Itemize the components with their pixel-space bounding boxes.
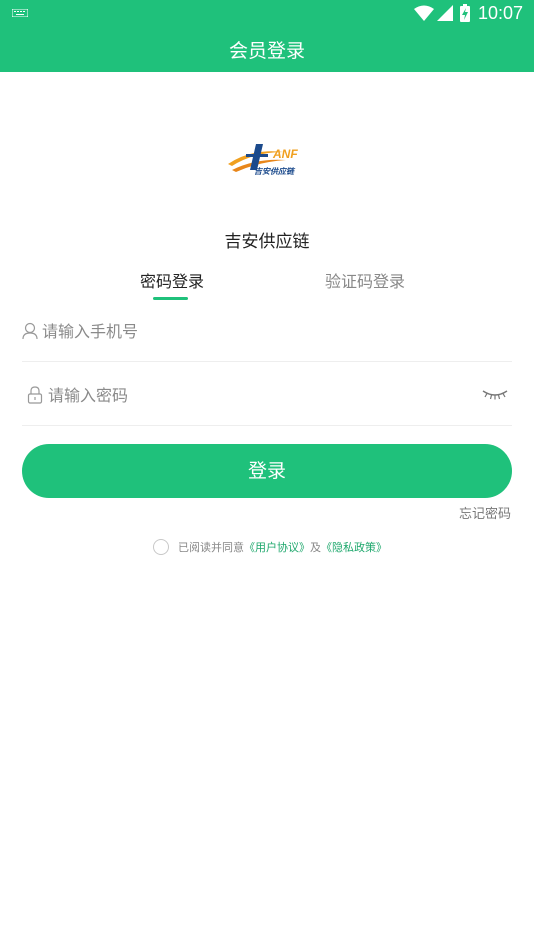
status-time: 10:07 bbox=[478, 3, 524, 23]
wifi-icon bbox=[414, 5, 434, 21]
page-title: 会员登录 bbox=[228, 40, 305, 62]
brand-name: 吉安供应链 bbox=[224, 232, 310, 252]
tab-password-login[interactable]: 密码登录 bbox=[140, 268, 204, 292]
agreement-prefix: 已阅读并同意 bbox=[178, 541, 244, 554]
password-input[interactable] bbox=[48, 383, 468, 407]
login-button[interactable]: 登录 bbox=[22, 444, 512, 498]
tab-code-login[interactable]: 验证码登录 bbox=[325, 268, 405, 292]
battery-charging-icon bbox=[460, 4, 470, 22]
user-icon bbox=[22, 322, 38, 340]
signal-icon bbox=[437, 5, 453, 21]
app-bar: 会员登录 bbox=[0, 26, 534, 72]
agreement-text: 已阅读并同意《用户协议》及《隐私政策》 bbox=[178, 539, 387, 555]
forgot-password-link[interactable]: 忘记密码 bbox=[459, 503, 511, 522]
keyboard-icon bbox=[12, 9, 28, 17]
user-agreement-link[interactable]: 《用户协议》 bbox=[244, 541, 310, 554]
phone-field bbox=[22, 302, 512, 362]
privacy-policy-link[interactable]: 《隐私政策》 bbox=[321, 541, 387, 554]
agreement-checkbox[interactable] bbox=[153, 539, 169, 555]
logo-text: ANF bbox=[272, 147, 298, 161]
lock-icon bbox=[27, 386, 43, 404]
agreement-connector: 及 bbox=[310, 541, 321, 554]
status-bar: 10:07 bbox=[0, 0, 534, 26]
logo-subtext: 吉安供应链 bbox=[254, 167, 296, 176]
eye-closed-icon[interactable] bbox=[482, 388, 508, 400]
active-tab-indicator bbox=[153, 297, 188, 300]
phone-input[interactable] bbox=[42, 319, 482, 343]
brand-logo: ANF 吉安供应链 bbox=[228, 144, 298, 176]
password-field bbox=[22, 366, 512, 426]
